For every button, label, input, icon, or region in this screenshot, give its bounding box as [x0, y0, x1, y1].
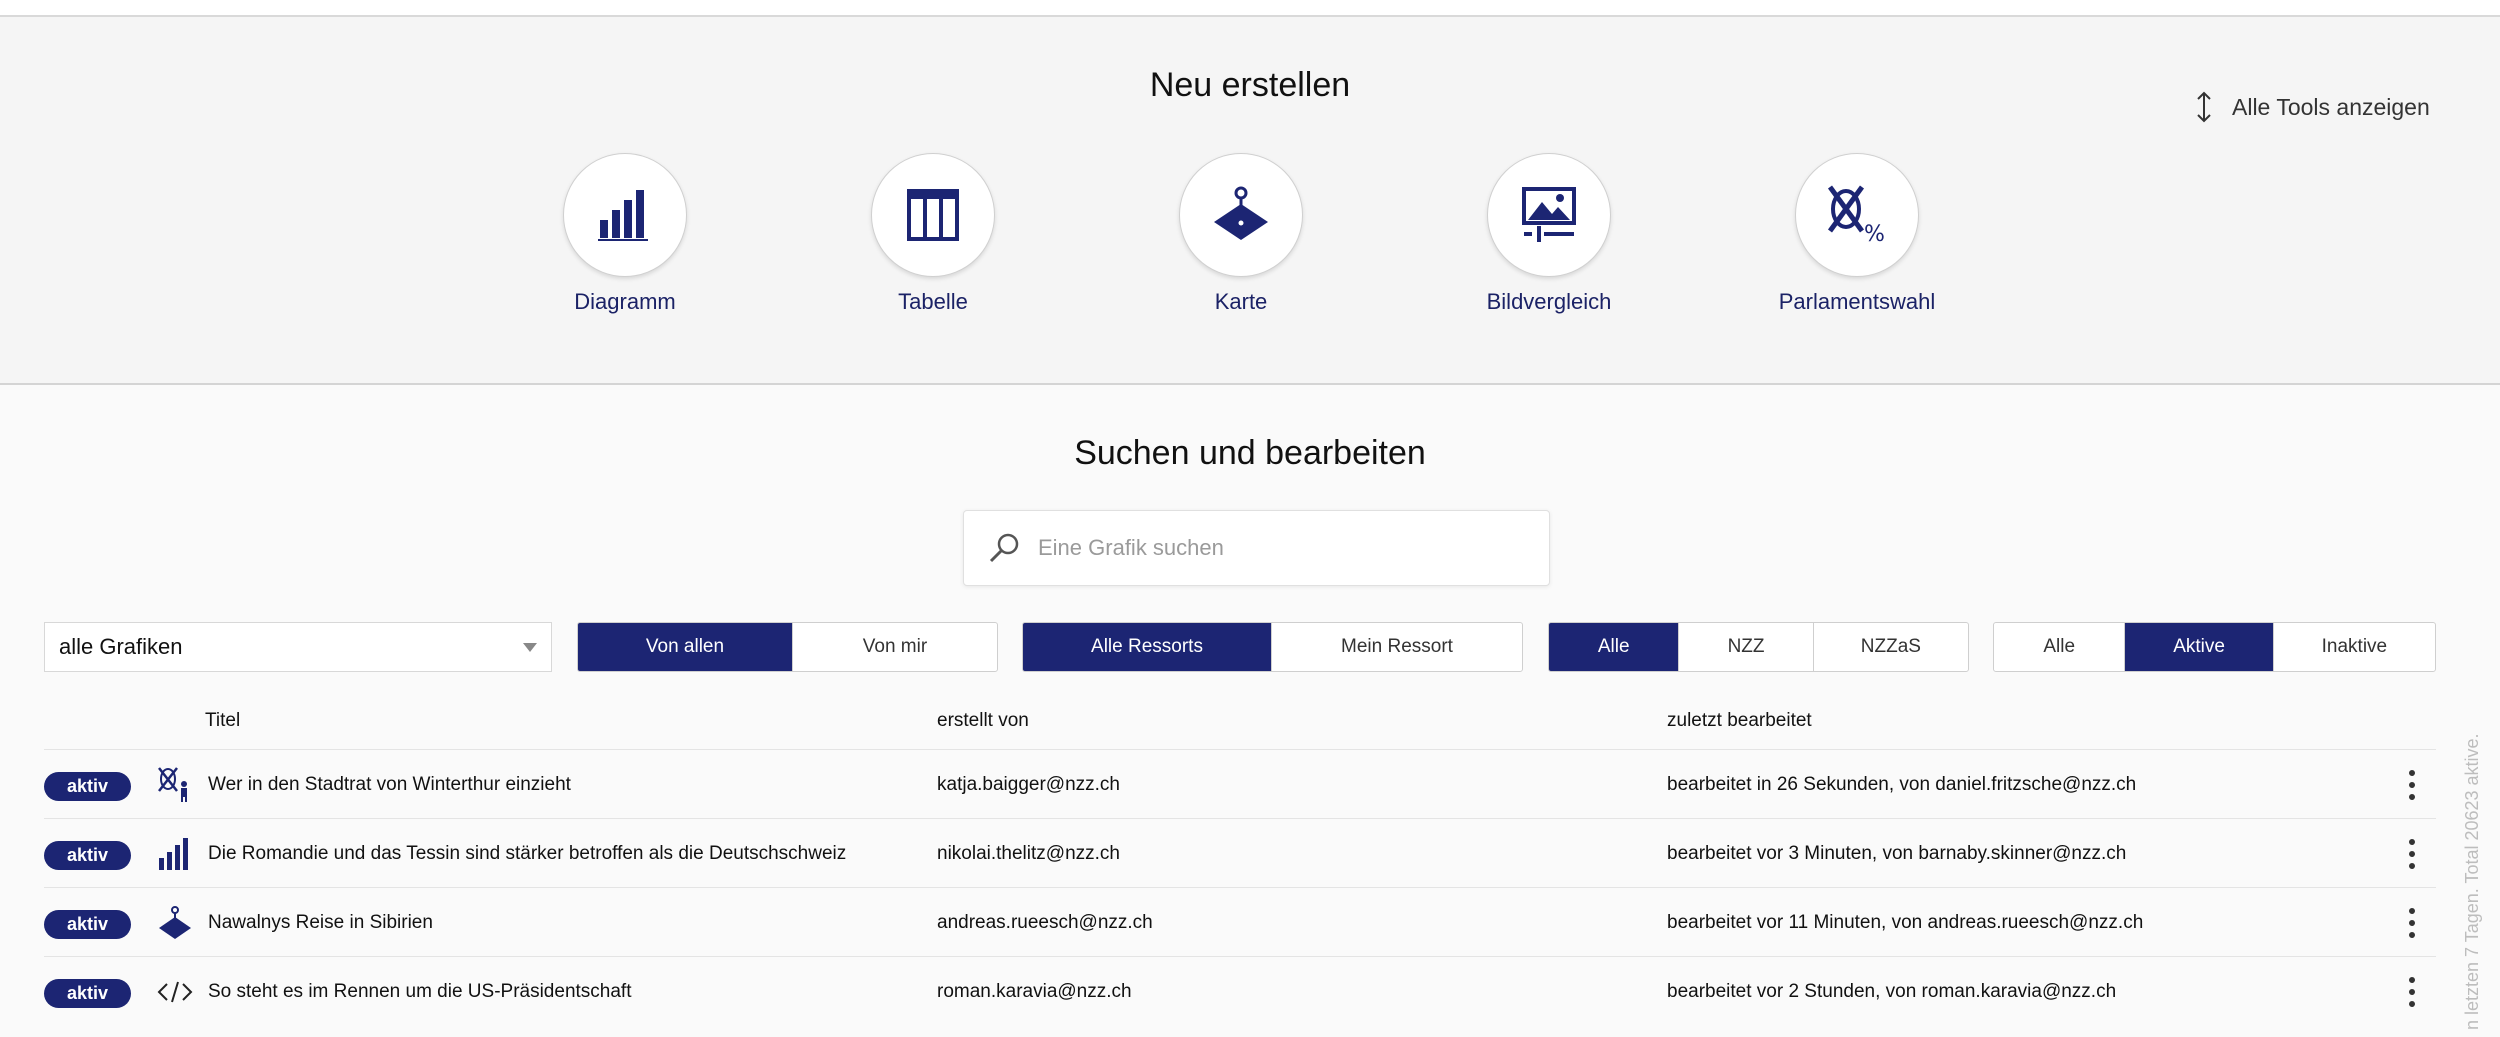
top-bar: [0, 0, 2500, 17]
tool-parlamentswahl-label: Parlamentswahl: [1778, 289, 1936, 314]
ressort-filter-mine[interactable]: Mein Ressort: [1271, 623, 1522, 671]
expand-vertical-icon: [2197, 91, 2211, 123]
row-creator: andreas.rueesch@nzz.ch: [937, 912, 1153, 933]
tool-karte-label: Karte: [1214, 289, 1268, 314]
tool-bildvergleich[interactable]: Bildvergleich: [1449, 153, 1649, 315]
tool-diagramm-label: Diagramm: [574, 289, 676, 314]
side-stats-note: n letzten 7 Tagen. Total 20623 aktive.: [2462, 733, 2482, 1030]
tool-bildvergleich-label: Bildvergleich: [1486, 289, 1612, 314]
row-edited: bearbeitet vor 2 Stunden, von roman.kara…: [1667, 981, 2117, 1002]
more-vertical-icon[interactable]: [2400, 973, 2424, 1011]
column-header-edited[interactable]: zuletzt bearbeitet: [1667, 710, 1812, 732]
table-row[interactable]: aktiv Die Romandie und das Tessin sind s…: [44, 818, 2436, 887]
tool-diagramm-circle[interactable]: [563, 153, 687, 277]
tool-bildvergleich-circle[interactable]: [1487, 153, 1611, 277]
row-edited: bearbeitet vor 3 Minuten, von barnaby.sk…: [1667, 843, 2127, 864]
row-creator: nikolai.thelitz@nzz.ch: [937, 843, 1120, 864]
election-icon: %: [1827, 185, 1885, 245]
more-vertical-icon[interactable]: [2400, 904, 2424, 942]
publication-filter: Alle NZZ NZZaS: [1548, 622, 1969, 672]
status-badge: aktiv: [44, 910, 131, 939]
search-box[interactable]: [963, 510, 1550, 586]
show-all-tools-button[interactable]: Alle Tools anzeigen: [2196, 77, 2430, 137]
show-all-tools-label: Alle Tools anzeigen: [2232, 93, 2430, 120]
tool-diagramm[interactable]: Diagramm: [525, 153, 725, 315]
status-filter-active[interactable]: Aktive: [2124, 623, 2273, 671]
tool-karte[interactable]: Karte: [1141, 153, 1341, 315]
tool-tabelle[interactable]: Tabelle: [833, 153, 1033, 315]
status-badge: aktiv: [44, 979, 131, 1008]
table-icon: [907, 189, 959, 241]
ressort-filter: Alle Ressorts Mein Ressort: [1022, 622, 1523, 672]
status-badge: aktiv: [44, 772, 131, 801]
tool-parlamentswahl[interactable]: % Parlamentswahl: [1757, 153, 1957, 315]
status-badge: aktiv: [44, 841, 131, 870]
row-edited: bearbeitet in 26 Sekunden, von daniel.fr…: [1667, 774, 2137, 795]
map-pin-icon: [159, 906, 191, 939]
owner-filter: Von allen Von mir: [577, 622, 998, 672]
graphic-type-select-value: alle Grafiken: [59, 634, 183, 659]
bar-chart-icon: [598, 190, 648, 241]
status-filter-inactive[interactable]: Inaktive: [2272, 623, 2435, 671]
row-creator: roman.karavia@nzz.ch: [937, 981, 1132, 1002]
ressort-filter-all[interactable]: Alle Ressorts: [1023, 623, 1271, 671]
column-header-title[interactable]: Titel: [205, 710, 240, 732]
status-filter: Alle Aktive Inaktive: [1993, 622, 2436, 672]
row-title[interactable]: Nawalnys Reise in Sibirien: [208, 912, 433, 934]
code-icon: [157, 981, 193, 1003]
row-creator: katja.baigger@nzz.ch: [937, 774, 1120, 795]
create-title: Neu erstellen: [1149, 66, 1351, 104]
publication-filter-nzz[interactable]: NZZ: [1678, 623, 1812, 671]
owner-filter-mine[interactable]: Von mir: [791, 623, 997, 671]
owner-filter-all[interactable]: Von allen: [578, 623, 792, 671]
row-title[interactable]: So steht es im Rennen um die US-Präsiden…: [208, 981, 631, 1003]
election-icon: [158, 767, 187, 802]
table-row[interactable]: aktiv Nawalnys Reise in Sibirien andreas…: [44, 887, 2436, 956]
chevron-down-icon: [523, 643, 537, 652]
tool-tabelle-circle[interactable]: [871, 153, 995, 277]
search-icon: [989, 533, 1019, 563]
row-edited: bearbeitet vor 11 Minuten, von andreas.r…: [1667, 912, 2144, 933]
search-title: Suchen und bearbeiten: [1074, 434, 1426, 472]
row-title[interactable]: Wer in den Stadtrat von Winterthur einzi…: [208, 774, 571, 796]
column-header-creator[interactable]: erstellt von: [937, 710, 1029, 732]
publication-filter-nzzas[interactable]: NZZaS: [1812, 623, 1968, 671]
table-row[interactable]: aktiv So steht es im Rennen um die US-Pr…: [44, 956, 2436, 1025]
graphic-type-select[interactable]: alle Grafiken: [44, 622, 552, 672]
tool-tabelle-label: Tabelle: [898, 289, 968, 314]
image-compare-icon: [1522, 187, 1576, 242]
publication-filter-all[interactable]: Alle: [1549, 623, 1679, 671]
create-section: Neu erstellen Alle Tools anzeigen Diagra…: [0, 17, 2500, 385]
search-input[interactable]: [1038, 535, 1518, 561]
more-vertical-icon[interactable]: [2400, 835, 2424, 873]
svg-text:%: %: [1864, 222, 1885, 245]
tool-karte-circle[interactable]: [1179, 153, 1303, 277]
tool-parlamentswahl-circle[interactable]: %: [1795, 153, 1919, 277]
map-pin-icon: [1214, 186, 1268, 240]
status-filter-all[interactable]: Alle: [1994, 623, 2124, 671]
row-title[interactable]: Die Romandie und das Tessin sind stärker…: [208, 843, 846, 865]
table-row[interactable]: aktiv Wer in den Stadtrat von Winterthur…: [44, 749, 2436, 818]
bar-chart-icon: [159, 838, 188, 870]
more-vertical-icon[interactable]: [2400, 766, 2424, 804]
